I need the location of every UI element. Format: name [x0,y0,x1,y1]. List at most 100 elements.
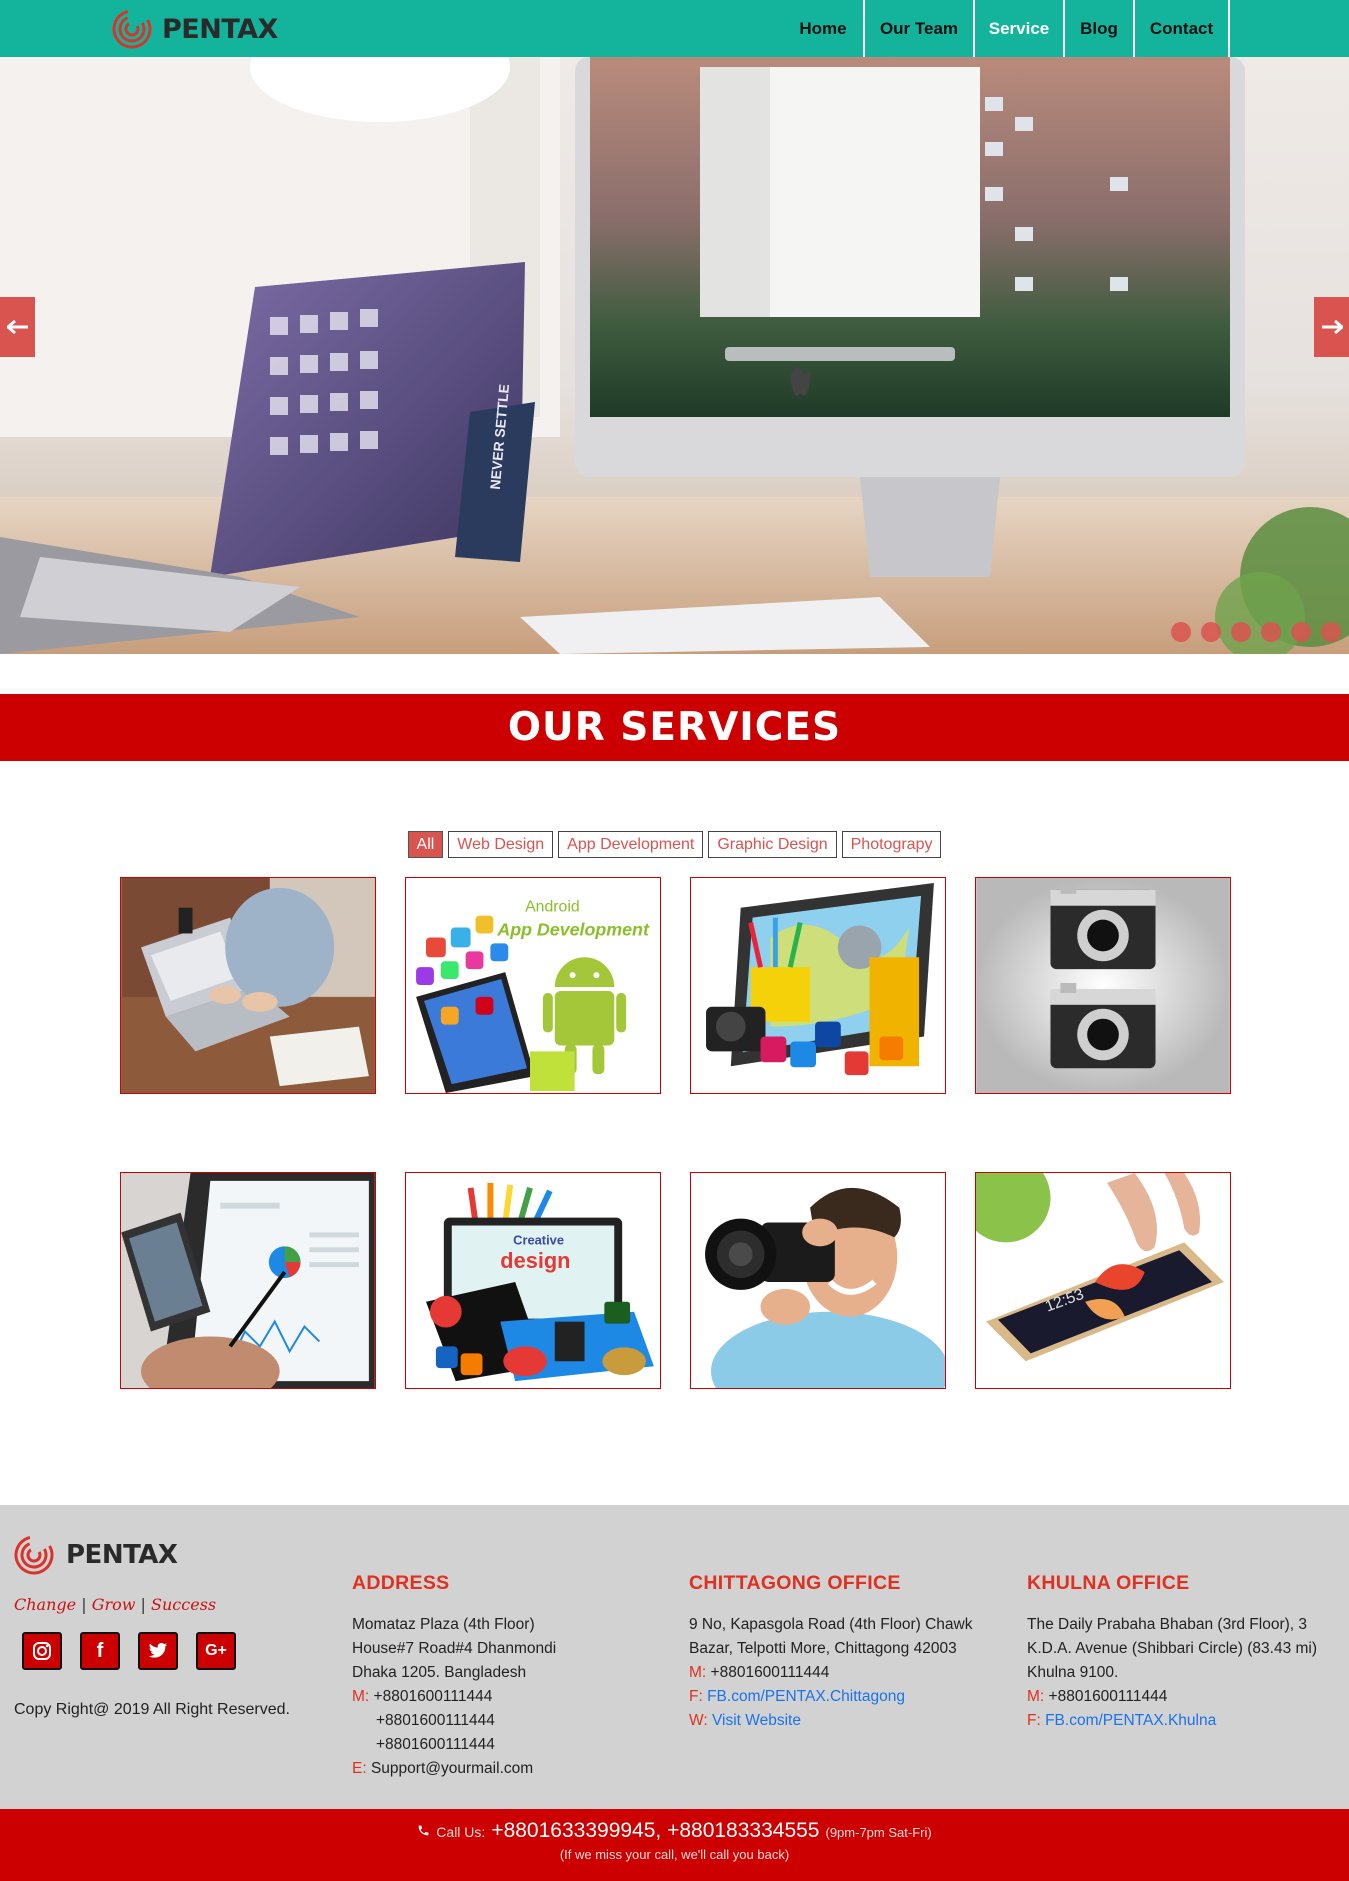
khulna-phone-row: M: +8801600111444 [1027,1685,1337,1709]
slider-pause-button[interactable] [1321,622,1341,642]
tablet-chart-image [121,1173,375,1388]
slider-pagination [1171,622,1341,642]
khulna-phone[interactable]: +8801600111444 [1049,1688,1168,1705]
khulna-line-1: The Daily Prabaha Bhaban (3rd Floor), 3 [1027,1616,1308,1633]
call-us-hours: (9pm-7pm Sat-Fri) [825,1825,932,1840]
twitter-link[interactable] [138,1632,178,1670]
pentax-logo-icon [112,9,152,49]
call-back-note: (If we miss your call, we'll call you ba… [559,1847,790,1862]
social-links: f G+ [22,1632,236,1670]
email-label: E: [352,1760,367,1777]
gallery-tile-tablet-chart[interactable] [120,1172,376,1389]
creative-design-image: Creative design [406,1173,660,1388]
creative-tile-subtitle: design [500,1248,570,1273]
filter-app-development[interactable]: App Development [558,831,704,858]
chittagong-website-row: W: Visit Website [689,1709,1009,1733]
phone-icon [418,1825,429,1836]
khulna-line-2: K.D.A. Avenue (Shibbari Circle) (83.43 m… [1027,1640,1318,1657]
nav-our-team[interactable]: Our Team [865,0,975,57]
slider-prev-button[interactable] [0,297,35,357]
chittagong-facebook-link[interactable]: FB.com/PENTAX.Chittagong [707,1688,905,1705]
gallery-tile-android-app[interactable]: Android App Development [405,877,661,1094]
nav-service[interactable]: Service [975,0,1065,57]
tagline-grow: Grow [91,1595,136,1614]
tagline-success: Success [151,1595,217,1614]
arrow-left-icon [6,320,28,334]
android-tile-subtitle: App Development [496,919,650,939]
gallery-tile-creative-design[interactable]: Creative design [405,1172,661,1389]
services-heading-band: OUR SERVICES [0,694,1349,761]
address-line-2: House#7 Road#4 Dhanmondi [352,1640,557,1657]
footer-brand[interactable]: PENTAX [14,1535,178,1575]
facebook-link[interactable]: f [80,1632,120,1670]
vintage-cameras-image [976,878,1230,1093]
facebook-label: F: [1027,1712,1041,1729]
address-phone-3[interactable]: +8801600111444 [352,1733,672,1757]
google-plus-link[interactable]: G+ [196,1632,236,1670]
pentax-logo-icon [14,1535,54,1575]
slider-dot-4[interactable] [1261,622,1281,642]
brand-logo-link[interactable]: PENTAX [112,8,278,50]
gallery-tile-smartphone-touch[interactable]: 12:53 [975,1172,1231,1389]
chittagong-title: CHITTAGONG OFFICE [689,1572,901,1594]
gallery-tile-photographer[interactable] [690,1172,946,1389]
android-app-image: Android App Development [406,878,660,1093]
address-phone-row: M: +8801600111444 [352,1685,672,1709]
nav-contact[interactable]: Contact [1135,0,1230,57]
slider-dot-5[interactable] [1291,622,1311,642]
graphic-tablet-image [691,878,945,1093]
nav-blog[interactable]: Blog [1065,0,1135,57]
address-phone-1[interactable]: +8801600111444 [374,1688,493,1705]
website-label: W: [689,1712,708,1729]
instagram-icon [33,1642,51,1660]
address-line-3: Dhaka 1205. Bangladesh [352,1664,527,1681]
address-line-1: Momataz Plaza (4th Floor) [352,1616,535,1633]
arrow-right-icon [1321,320,1343,334]
chittagong-line-2: Bazar, Telpotti More, Chittagong 42003 [689,1640,957,1657]
chittagong-phone-row: M: +8801600111444 [689,1661,1009,1685]
chittagong-phone[interactable]: +8801600111444 [711,1664,830,1681]
chittagong-website-link[interactable]: Visit Website [712,1712,801,1729]
footer-address-column: ADDRESS Momataz Plaza (4th Floor) House#… [352,1571,672,1781]
brand-name: PENTAX [162,13,278,45]
android-tile-title: Android [525,899,580,916]
filter-graphic-design[interactable]: Graphic Design [708,831,837,858]
creative-tile-title: Creative [513,1232,564,1247]
mobile-label: M: [1027,1688,1045,1705]
main-nav: Home Our Team Service Blog Contact [783,0,1230,57]
site-footer: PENTAX Change | Grow | Success f G+ Copy… [0,1505,1349,1809]
slider-dot-1[interactable] [1171,622,1191,642]
gallery-tile-laptop-typing[interactable] [120,877,376,1094]
facebook-icon: f [96,1639,104,1662]
filter-all[interactable]: All [407,831,444,858]
call-us-bar: Call Us: +8801633399945, +880183334555 (… [0,1809,1349,1881]
hero-image-workspace: NEVER SETTLE [0,57,1349,654]
mobile-label: M: [352,1688,370,1705]
tagline-separator: | [140,1595,146,1614]
filter-web-design[interactable]: Web Design [448,831,554,858]
address-email[interactable]: Support@yourmail.com [371,1760,533,1777]
nav-home[interactable]: Home [783,0,865,57]
footer-tagline: Change | Grow | Success [14,1595,216,1614]
tagline-separator: | [81,1595,87,1614]
tagline-change: Change [14,1595,77,1614]
slider-dot-2[interactable] [1201,622,1221,642]
mobile-label: M: [689,1664,707,1681]
khulna-facebook-link[interactable]: FB.com/PENTAX.Khulna [1045,1712,1216,1729]
chittagong-line-1: 9 No, Kapasgola Road (4th Floor) Chawk [689,1616,973,1633]
instagram-link[interactable] [22,1632,62,1670]
address-phone-2[interactable]: +8801600111444 [352,1709,672,1733]
portfolio-filters: All Web Design App Development Graphic D… [0,831,1349,858]
top-navbar: PENTAX Home Our Team Service Blog Contac… [0,0,1349,57]
gallery-tile-vintage-cameras[interactable] [975,877,1231,1094]
khulna-title: KHULNA OFFICE [1027,1572,1190,1594]
twitter-icon [148,1642,168,1658]
gallery-tile-graphic-tablet[interactable] [690,877,946,1094]
khulna-facebook-row: F: FB.com/PENTAX.Khulna [1027,1709,1337,1733]
slider-next-button[interactable] [1314,297,1349,357]
copyright-text: Copy Right@ 2019 All Right Reserved. [14,1701,290,1718]
slider-dot-3[interactable] [1231,622,1251,642]
footer-chittagong-column: CHITTAGONG OFFICE 9 No, Kapasgola Road (… [689,1571,1009,1733]
filter-photography[interactable]: Photograpy [841,831,942,858]
call-us-phones[interactable]: +8801633399945, +880183334555 [491,1819,819,1843]
